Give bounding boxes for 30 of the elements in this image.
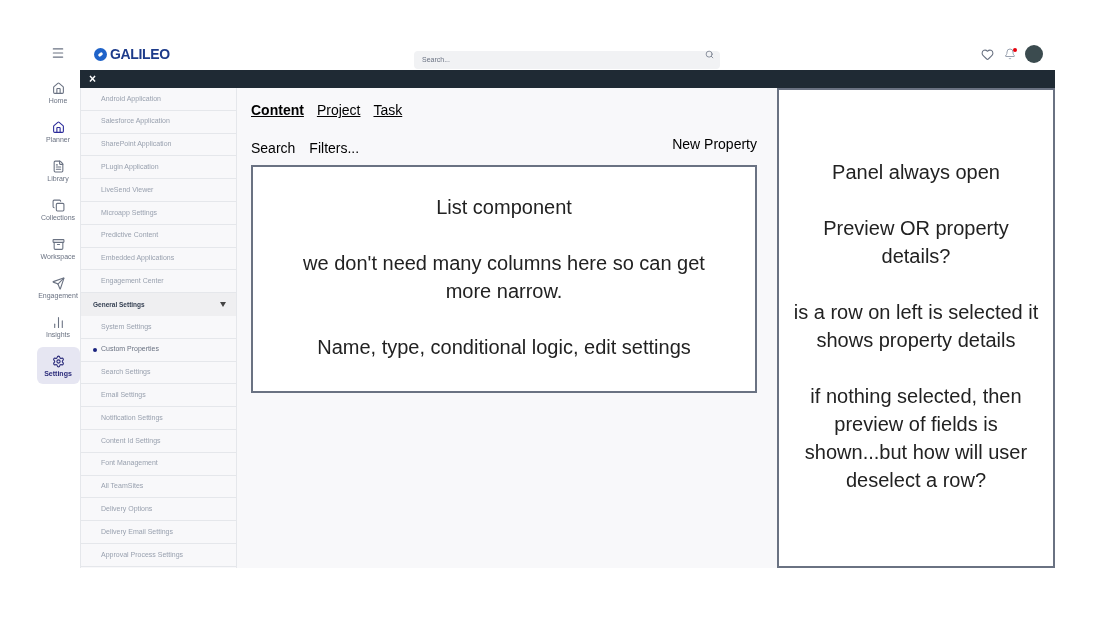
menu-icon[interactable] (51, 46, 65, 60)
document-icon (51, 159, 65, 173)
note-text: Name, type, conditional logic, edit settings (317, 334, 691, 360)
note-text: Panel always open (832, 160, 1000, 185)
bar-chart-icon (51, 315, 65, 329)
tab[interactable]: Task (373, 102, 403, 120)
heart-icon[interactable] (981, 47, 994, 61)
note-text: we don't need many columns here so can get more narrow. (302, 250, 706, 304)
bell-icon[interactable] (1004, 48, 1016, 60)
settings-icon (51, 354, 65, 368)
filters-link[interactable]: Filters... (309, 137, 360, 159)
tray-icon (51, 237, 65, 251)
note-text: if nothing selected, then preview of fields is shown...but how will user deselect a row? (803, 384, 1029, 493)
avatar[interactable] (1025, 45, 1043, 63)
house-icon (51, 81, 65, 95)
tab[interactable]: Project (316, 102, 361, 120)
logo: GALILEO (110, 44, 170, 64)
logo-icon (94, 47, 107, 61)
tab[interactable]: Content (251, 102, 304, 120)
copy-icon (51, 198, 65, 212)
house-icon (51, 120, 65, 134)
note-text: Preview OR property details? (822, 216, 1010, 269)
search-icon (705, 49, 714, 59)
close-button[interactable]: × (89, 73, 96, 85)
caret-icon (220, 302, 226, 308)
note-text: is a row on left is selected it shows property details (793, 300, 1039, 353)
new-property-button[interactable]: New Property (672, 133, 757, 155)
note-text: List component (436, 194, 572, 220)
paper-plane-icon (51, 276, 65, 290)
search-link[interactable]: Search (251, 137, 296, 159)
